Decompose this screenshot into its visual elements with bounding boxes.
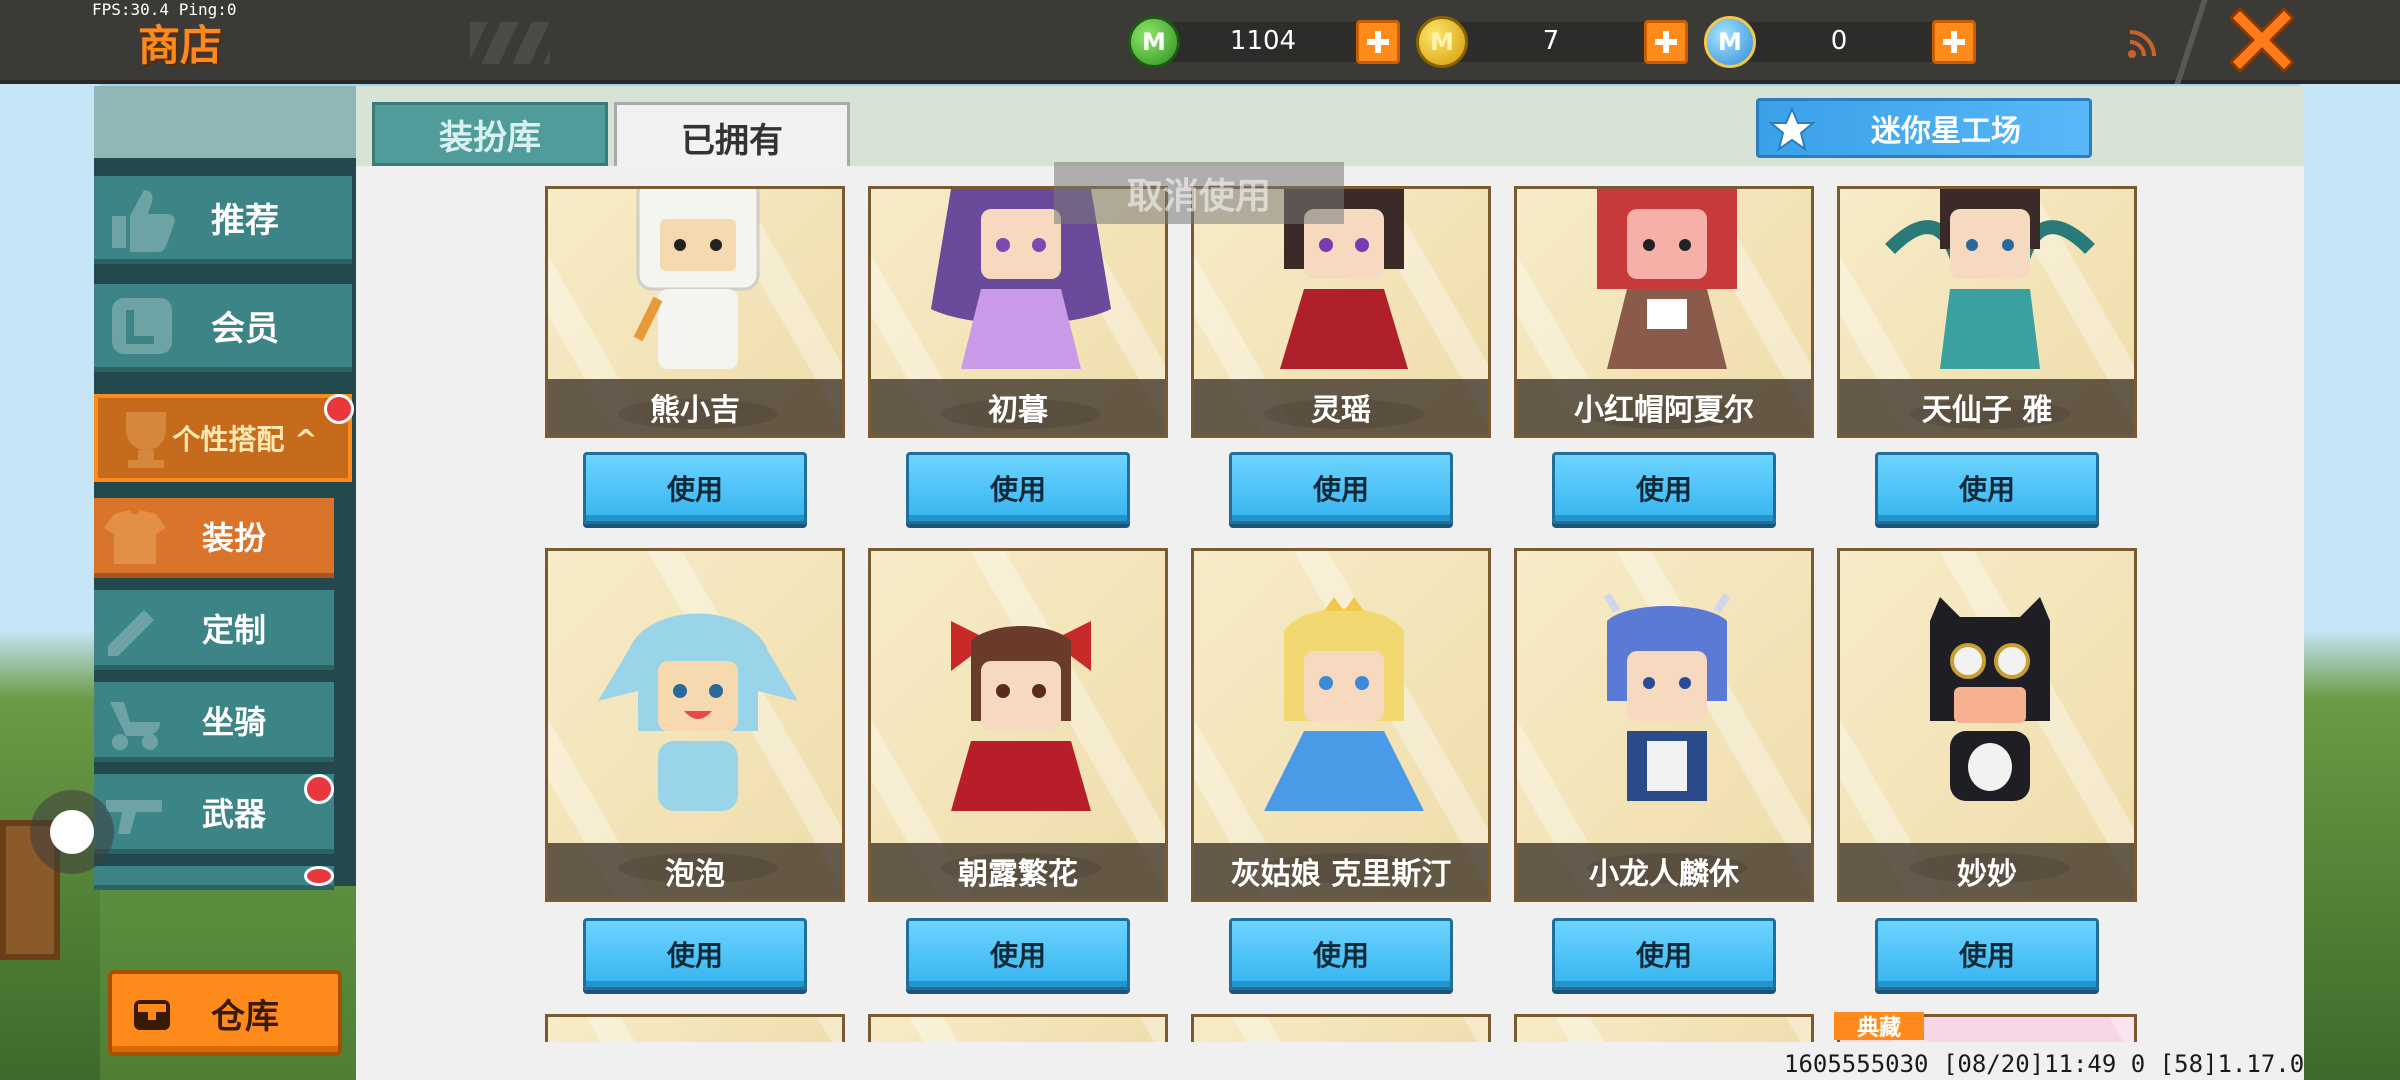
use-button[interactable]: 使用 — [906, 918, 1130, 990]
gold-m-coin-icon: M — [1416, 16, 1468, 68]
stroller-icon — [110, 702, 160, 750]
member-badge-icon — [112, 298, 172, 354]
outfit-card[interactable]: 小龙人麟休 — [1514, 548, 1814, 902]
character-dragon-boy-icon — [1603, 592, 1731, 801]
character-fairy-icon — [1885, 189, 2095, 369]
character-red-hood-icon — [1597, 189, 1737, 369]
tab-wardrobe[interactable]: 装扮库 — [372, 102, 608, 166]
sidebar-item-recommend[interactable]: 推荐 — [94, 176, 352, 264]
warehouse-label: 仓库 — [211, 996, 279, 1037]
green-m-coin-icon: M — [1128, 16, 1180, 68]
sidebar-item-label: 会员 — [211, 309, 279, 349]
character-cinderella-icon — [1264, 597, 1424, 811]
add-blue-currency-button[interactable] — [1932, 20, 1976, 64]
signal-icon — [2128, 30, 2156, 58]
character-black-cat-icon — [1930, 597, 2050, 801]
sidebar-item-partial[interactable] — [94, 866, 334, 890]
background-right — [2300, 80, 2400, 1080]
warehouse-button[interactable]: 仓库 — [108, 970, 342, 1056]
currency-blue-value: 0 — [1830, 26, 1848, 56]
use-button[interactable]: 使用 — [1229, 918, 1453, 990]
currency-gold-value: 7 — [1542, 26, 1560, 56]
use-button[interactable]: 使用 — [1875, 918, 2099, 990]
sidebar-item-dressup[interactable]: 装扮 — [94, 498, 334, 578]
top-bar: FPS:30.4 Ping:0 商店 M 1104 M 7 M 0 — [0, 0, 2400, 84]
build-info: 1605555030 [08/20]11:49 0 [58]1.17.0 — [1784, 1050, 2305, 1078]
outfit-name: 灵瑶 — [1194, 379, 1488, 435]
sidebar-item-label: 坐骑 — [201, 702, 266, 741]
outfit-card[interactable]: 熊小吉 — [545, 186, 845, 438]
outfit-name: 泡泡 — [548, 843, 842, 899]
character-bear-icon — [633, 189, 760, 369]
outfit-card[interactable]: 泡泡 — [545, 548, 845, 902]
character-red-bow-icon — [951, 621, 1091, 811]
notification-dot — [304, 866, 334, 886]
outfit-card[interactable]: 天仙子 雅 — [1837, 186, 2137, 438]
use-button[interactable]: 使用 — [906, 452, 1130, 524]
use-button[interactable]: 使用 — [1552, 452, 1776, 524]
outfit-card[interactable]: 灰姑娘 克里斯汀 — [1191, 548, 1491, 902]
cancel-use-banner: 取消使用 — [1054, 162, 1344, 224]
sidebar-item-personal[interactable]: 个性搭配 ^ — [94, 394, 352, 482]
close-icon[interactable] — [2230, 8, 2294, 72]
sidebar-item-label: 武器 — [201, 794, 266, 833]
use-button[interactable]: 使用 — [1875, 452, 2099, 524]
tab-owned[interactable]: 已拥有 — [614, 102, 850, 170]
currency-blue: M 0 — [1704, 16, 1984, 68]
pencil-ruler-icon — [108, 610, 154, 656]
star-icon — [1768, 106, 1816, 152]
sidebar-item-label: 装扮 — [201, 518, 266, 557]
decorative-stripes — [470, 22, 550, 64]
notification-dot — [304, 774, 334, 804]
add-gold-currency-button[interactable] — [1644, 20, 1688, 64]
sidebar-item-custom[interactable]: 定制 — [94, 590, 334, 670]
currency-green-value: 1104 — [1229, 26, 1297, 56]
outfit-card[interactable]: 妙妙 — [1837, 548, 2137, 902]
workshop-label: 迷你星工场 — [1871, 114, 2021, 149]
currency-gold: M 7 — [1416, 16, 1696, 68]
outfit-name: 小龙人麟休 — [1517, 843, 1811, 899]
use-button[interactable]: 使用 — [1229, 452, 1453, 524]
currency-green: M 1104 — [1128, 16, 1408, 68]
sidebar-item-label: 个性搭配 ^ — [172, 423, 318, 456]
blue-m-coin-icon: M — [1704, 16, 1756, 68]
outfit-card[interactable]: 朝露繁花 — [868, 548, 1168, 902]
classic-badge: 典藏 — [1834, 1012, 1924, 1041]
outfit-name: 朝露繁花 — [871, 843, 1165, 899]
thumbs-up-icon — [112, 190, 175, 252]
outfit-name: 灰姑娘 克里斯汀 — [1194, 843, 1488, 899]
add-green-currency-button[interactable] — [1356, 20, 1400, 64]
outfit-name: 初暮 — [871, 379, 1165, 435]
joystick[interactable] — [30, 790, 114, 874]
outfit-name: 熊小吉 — [548, 379, 842, 435]
sidebar-item-weapon[interactable]: 武器 — [94, 774, 334, 854]
sidebar-item-label: 推荐 — [211, 201, 279, 241]
shop-title: 商店 — [138, 21, 223, 70]
use-button[interactable]: 使用 — [583, 918, 807, 990]
shirt-icon — [104, 510, 166, 564]
sidebar-item-member[interactable]: 会员 — [94, 284, 352, 372]
notification-dot — [324, 394, 354, 424]
sidebar-item-mount[interactable]: 坐骑 — [94, 682, 334, 762]
chest-icon — [134, 1000, 170, 1030]
sidebar-item-label: 定制 — [201, 610, 266, 649]
use-button[interactable]: 使用 — [583, 452, 807, 524]
outfit-name: 天仙子 雅 — [1840, 379, 2134, 435]
use-button[interactable]: 使用 — [1552, 918, 1776, 990]
outfit-name: 小红帽阿夏尔 — [1517, 379, 1811, 435]
outfit-card[interactable]: 小红帽阿夏尔 — [1514, 186, 1814, 438]
outfit-name: 妙妙 — [1840, 843, 2134, 899]
character-dolphin-icon — [598, 613, 798, 811]
mini-workshop-button[interactable]: 迷你星工场 — [1756, 98, 2092, 158]
